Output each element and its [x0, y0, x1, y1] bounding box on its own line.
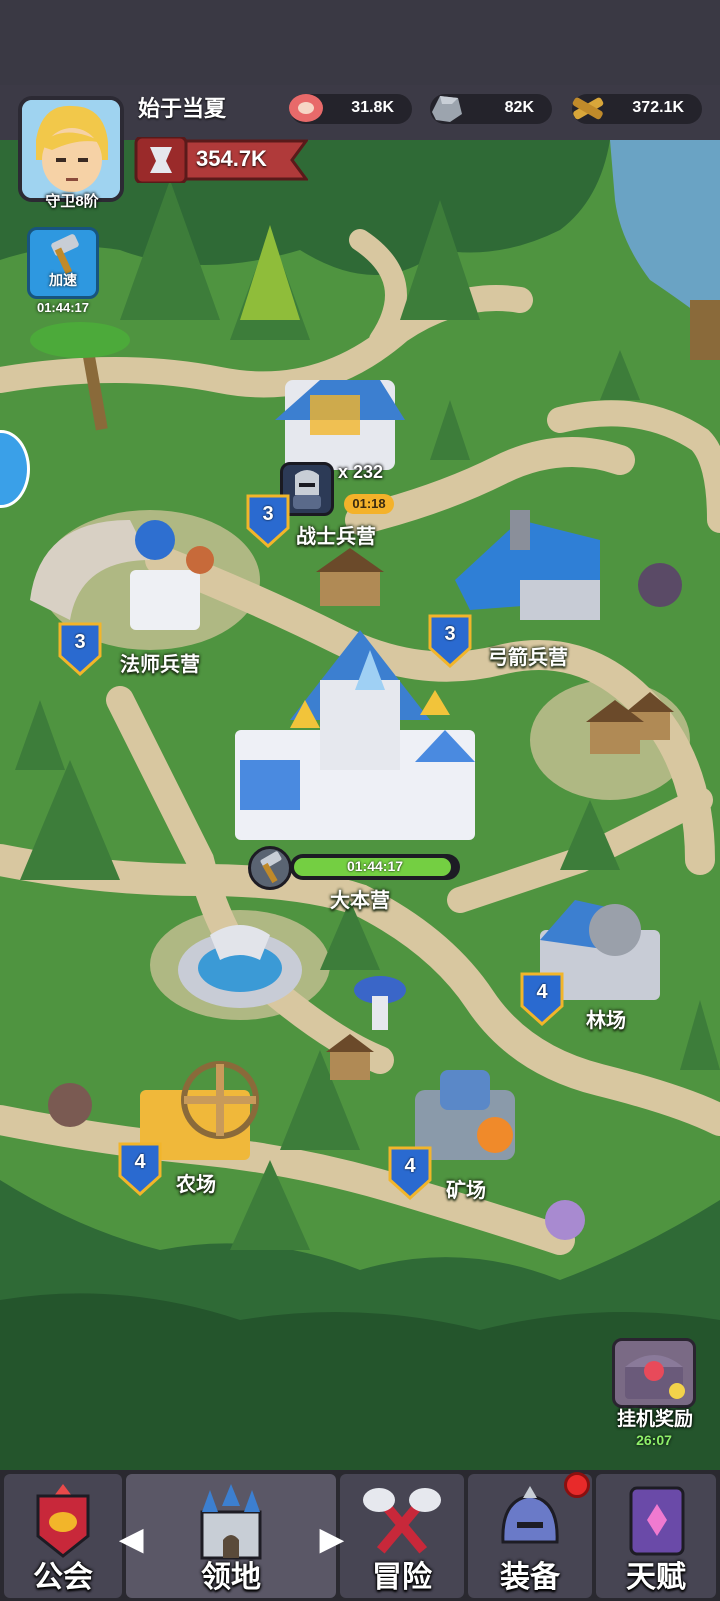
power-value: 354.7K: [196, 146, 267, 171]
player-avatar[interactable]: [18, 96, 124, 202]
speedup-label: 加速: [49, 272, 77, 288]
mine-label[interactable]: 矿场: [446, 1174, 486, 1203]
idle-reward-label: 挂机奖励: [616, 1409, 693, 1430]
warrior-training-status[interactable]: x 232 01:18: [280, 458, 400, 518]
tab-guild[interactable]: 公会: [4, 1474, 122, 1598]
mine-level: 4: [404, 1155, 416, 1177]
mage-barracks-label[interactable]: 法师兵营: [120, 648, 200, 677]
warrior-train-timer: 01:18: [344, 494, 394, 514]
archer-barracks-label[interactable]: 弓箭兵营: [488, 641, 568, 670]
stone-value: 82K: [504, 99, 534, 116]
stone-icon: [432, 96, 462, 122]
mage-level-badge: 3: [58, 620, 102, 677]
archer-level-badge: 3: [428, 612, 472, 669]
idle-reward-button[interactable]: 挂机奖励: [606, 1338, 702, 1434]
lumber-level: 4: [536, 981, 548, 1003]
meat-icon: [289, 94, 323, 122]
lumber-level-badge: 4: [520, 970, 564, 1027]
hq-upgrade-progress[interactable]: 01:44:17: [248, 846, 470, 890]
bottom-nav: 公会 领地 冒险 装备 天赋: [0, 1470, 720, 1601]
mage-level: 3: [74, 631, 86, 653]
hero-portrait-icon: [22, 100, 120, 198]
hq-timer: 01:44:17: [346, 858, 404, 874]
meat-value: 31.8K: [351, 99, 394, 116]
speedup-button[interactable]: 加速: [27, 227, 99, 299]
player-name: 始于当夏: [138, 96, 227, 121]
hq-label[interactable]: 大本营: [330, 884, 390, 913]
wood-value: 372.1K: [632, 99, 684, 116]
territory-map[interactable]: [0, 140, 720, 1470]
idle-reward-timer: 26:07: [636, 1432, 672, 1448]
stone-resource[interactable]: 82K: [430, 94, 552, 124]
status-bar-area: [0, 0, 720, 85]
hq-hammer-icon: [248, 846, 292, 890]
warrior-level-badge: 3: [246, 492, 290, 549]
combat-power-banner[interactable]: 354.7K: [128, 137, 308, 183]
meat-resource[interactable]: 31.8K: [289, 94, 412, 124]
wood-resource[interactable]: 372.1K: [572, 94, 702, 124]
tab-adventure[interactable]: 冒险: [340, 1474, 464, 1598]
nav-right-arrow-icon[interactable]: ▶: [320, 1522, 343, 1557]
archer-level: 3: [444, 623, 456, 645]
mine-level-badge: 4: [388, 1144, 432, 1201]
speedup-timer: 01:44:17: [36, 300, 90, 315]
spellbook-icon: [629, 1486, 685, 1556]
wood-icon: [572, 97, 604, 120]
lumber-mill-label[interactable]: 林场: [586, 1004, 626, 1033]
warrior-troop-count: x 232: [338, 462, 384, 482]
tab-territory-label: 领地: [201, 1561, 261, 1594]
guild-banner-icon: [36, 1484, 90, 1558]
tab-equipment-label: 装备: [500, 1561, 560, 1594]
farm-level-badge: 4: [118, 1140, 162, 1197]
warrior-barracks-label[interactable]: 战士兵营: [296, 520, 376, 549]
nav-left-arrow-icon[interactable]: ◀: [120, 1522, 143, 1557]
warrior-level: 3: [262, 503, 274, 525]
treasure-chest-icon: [612, 1338, 696, 1408]
player-rank: 守卫8阶: [45, 193, 99, 210]
tab-adventure-label: 冒险: [372, 1561, 432, 1594]
equipment-notification-dot: [564, 1472, 590, 1498]
helmet-icon: [501, 1486, 559, 1544]
castle-icon: [200, 1484, 262, 1560]
tab-guild-label: 公会: [33, 1561, 93, 1594]
farm-level: 4: [134, 1151, 146, 1173]
farm-label[interactable]: 农场: [176, 1168, 216, 1197]
tab-talent-label: 天赋: [626, 1561, 686, 1594]
map-terrain: [0, 140, 720, 1470]
tab-territory[interactable]: 领地: [126, 1474, 336, 1598]
crossed-axes-icon: [363, 1488, 441, 1554]
tab-talent[interactable]: 天赋: [596, 1474, 716, 1598]
